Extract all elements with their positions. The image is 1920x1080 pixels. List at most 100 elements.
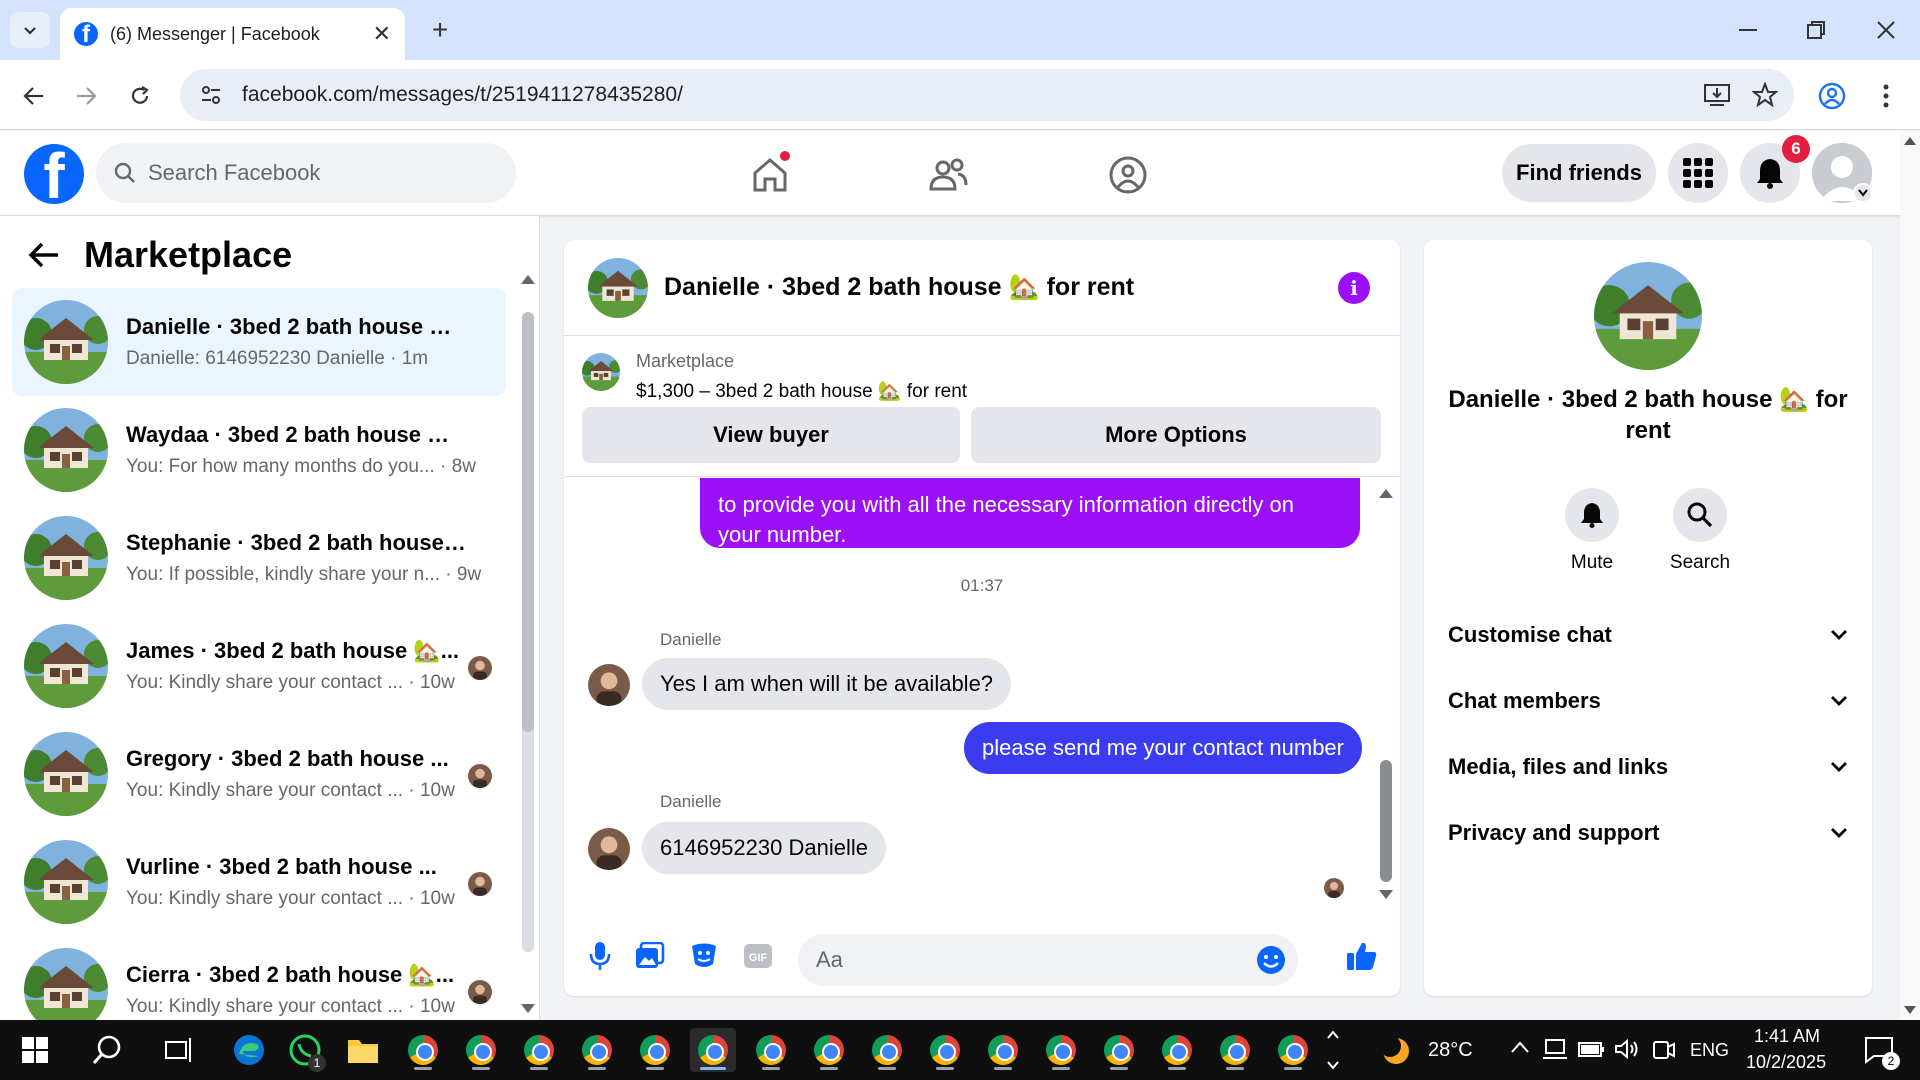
sender-name: Danielle <box>660 792 722 811</box>
edge-taskbar-icon[interactable] <box>226 1028 272 1072</box>
chrome-taskbar-icon[interactable] <box>574 1028 620 1072</box>
emoji-icon[interactable] <box>1256 945 1286 975</box>
menu-button[interactable] <box>1668 143 1728 203</box>
browser-tab[interactable]: f (6) Messenger | Facebook ✕ <box>60 8 405 60</box>
chrome-taskbar-icon[interactable] <box>748 1028 794 1072</box>
conversation-item[interactable]: Danielle · 3bed 2 bath house 🏡 ... Daniel… <box>12 288 506 396</box>
chat-title[interactable]: Danielle · 3bed 2 bath house 🏡 for rent <box>664 273 1134 302</box>
task-view-button[interactable] <box>156 1028 202 1072</box>
scroll-up-icon[interactable] <box>1904 137 1916 145</box>
close-tab-icon[interactable]: ✕ <box>373 21 391 47</box>
sender-avatar[interactable] <box>588 664 630 706</box>
chrome-taskbar-icon[interactable] <box>458 1028 504 1072</box>
meet-now-icon[interactable] <box>1652 1038 1676 1062</box>
groups-nav[interactable] <box>1104 151 1152 199</box>
chat-scrollbar-thumb[interactable] <box>1380 760 1392 882</box>
chrome-taskbar-icon[interactable] <box>922 1028 968 1072</box>
chat-profile-picture[interactable] <box>1594 262 1702 370</box>
chat-avatar[interactable] <box>588 258 648 318</box>
sticker-icon[interactable] <box>686 938 722 974</box>
battery-icon[interactable] <box>1578 1040 1606 1058</box>
search-input[interactable]: Search Facebook <box>96 143 516 203</box>
file-explorer-taskbar-icon[interactable] <box>340 1028 386 1072</box>
list-scroll-up-icon[interactable] <box>521 274 535 284</box>
list-scroll-down-icon[interactable] <box>521 1004 535 1014</box>
chat-scroll-up-icon[interactable] <box>1379 488 1393 498</box>
home-nav[interactable] <box>746 151 794 199</box>
clock-time[interactable]: 1:41 AM <box>1754 1026 1820 1047</box>
forward-button[interactable] <box>66 76 106 116</box>
chrome-taskbar-icon[interactable] <box>1270 1028 1316 1072</box>
back-arrow-icon[interactable] <box>28 241 60 269</box>
friends-nav[interactable] <box>924 151 972 199</box>
voice-clip-icon[interactable] <box>582 938 618 974</box>
sender-avatar[interactable] <box>588 828 630 870</box>
minimize-button[interactable] <box>1718 10 1778 50</box>
customise-chat-row[interactable]: Customise chat <box>1448 608 1848 662</box>
chrome-taskbar-icon[interactable] <box>1212 1028 1258 1072</box>
chat-scroll-down-icon[interactable] <box>1379 890 1393 900</box>
browser-menu-button[interactable] <box>1866 76 1906 116</box>
media-files-links-row[interactable]: Media, files and links <box>1448 740 1848 794</box>
show-hidden-icons-icon[interactable] <box>1510 1040 1530 1054</box>
chrome-taskbar-icon[interactable] <box>632 1028 678 1072</box>
chrome-taskbar-icon[interactable] <box>516 1028 562 1072</box>
account-dropdown-icon[interactable] <box>1853 183 1873 203</box>
weather-icon[interactable] <box>1372 1028 1418 1072</box>
taskbar-search[interactable] <box>84 1028 130 1072</box>
whatsapp-taskbar-icon[interactable]: 1 <box>282 1028 328 1072</box>
page-scrollbar[interactable] <box>1900 131 1920 1020</box>
weather-temperature[interactable]: 28°C <box>1428 1039 1473 1062</box>
find-friends-button[interactable]: Find friends <box>1502 144 1656 202</box>
address-bar[interactable]: facebook.com/messages/t/2519411278435280… <box>180 69 1794 121</box>
chrome-taskbar-icon[interactable] <box>400 1028 446 1072</box>
chrome-taskbar-icon-active[interactable] <box>690 1028 736 1072</box>
install-app-icon[interactable] <box>1704 83 1730 107</box>
search-conversation-button[interactable]: Search <box>1650 488 1750 574</box>
close-window-button[interactable] <box>1856 10 1916 50</box>
chrome-taskbar-icon[interactable] <box>864 1028 910 1072</box>
network-icon[interactable] <box>1542 1038 1568 1060</box>
reload-button[interactable] <box>120 76 160 116</box>
chrome-taskbar-icon[interactable] <box>1038 1028 1084 1072</box>
info-icon[interactable]: i <box>1338 272 1370 304</box>
message-input[interactable]: Aa <box>798 934 1298 986</box>
site-settings-icon[interactable] <box>200 84 222 106</box>
chrome-taskbar-icon[interactable] <box>806 1028 852 1072</box>
scroll-down-icon[interactable] <box>1904 1006 1916 1014</box>
taskbar-overflow-icon[interactable] <box>1326 1026 1340 1074</box>
chrome-taskbar-icon[interactable] <box>1096 1028 1142 1072</box>
chat-members-row[interactable]: Chat members <box>1448 674 1848 728</box>
volume-icon[interactable] <box>1614 1038 1640 1060</box>
photo-icon[interactable] <box>632 938 668 974</box>
thumbs-up-icon[interactable] <box>1344 938 1380 974</box>
conversation-item[interactable]: Gregory · 3bed 2 bath house ... You: Kind… <box>12 720 506 828</box>
mute-button[interactable]: Mute <box>1542 488 1642 574</box>
action-center-button[interactable]: 2 <box>1856 1028 1902 1072</box>
conversation-item[interactable]: James · 3bed 2 bath house 🏡... You: Kindl… <box>12 612 506 720</box>
privacy-support-row[interactable]: Privacy and support <box>1448 806 1848 860</box>
chrome-taskbar-icon[interactable] <box>980 1028 1026 1072</box>
conversation-item[interactable]: Vurline · 3bed 2 bath house ... You: Kind… <box>12 828 506 936</box>
conversation-item[interactable]: Cierra · 3bed 2 bath house 🏡... You: Kind… <box>12 936 506 1020</box>
browser-tab-bar: f (6) Messenger | Facebook ✕ + <box>0 0 1920 60</box>
conversation-item[interactable]: Waydaa · 3bed 2 bath house 🏡 ... You: For… <box>12 396 506 504</box>
more-options-button[interactable]: More Options <box>971 407 1381 463</box>
input-language[interactable]: ENG <box>1690 1040 1729 1061</box>
facebook-logo[interactable]: f <box>24 144 84 204</box>
gif-icon[interactable]: GIF <box>740 938 776 974</box>
bookmark-star-icon[interactable] <box>1752 82 1778 108</box>
back-button[interactable] <box>14 76 54 116</box>
clock-date[interactable]: 10/2/2025 <box>1746 1052 1826 1073</box>
view-buyer-button[interactable]: View buyer <box>582 407 960 463</box>
listing-title[interactable]: $1,300 – 3bed 2 bath house 🏡 for rent <box>636 379 967 403</box>
conversation-item[interactable]: Stephanie · 3bed 2 bath house ... You: If… <box>12 504 506 612</box>
list-scrollbar-thumb[interactable] <box>522 312 534 732</box>
tab-search-dropdown[interactable] <box>10 12 50 48</box>
chrome-taskbar-icon[interactable] <box>1154 1028 1200 1072</box>
chat-details-panel: Danielle · 3bed 2 bath house 🏡 for rent … <box>1424 240 1872 996</box>
restore-button[interactable] <box>1786 10 1846 50</box>
start-button[interactable] <box>12 1028 58 1072</box>
new-tab-button[interactable]: + <box>422 12 458 48</box>
profile-button[interactable] <box>1812 76 1852 116</box>
